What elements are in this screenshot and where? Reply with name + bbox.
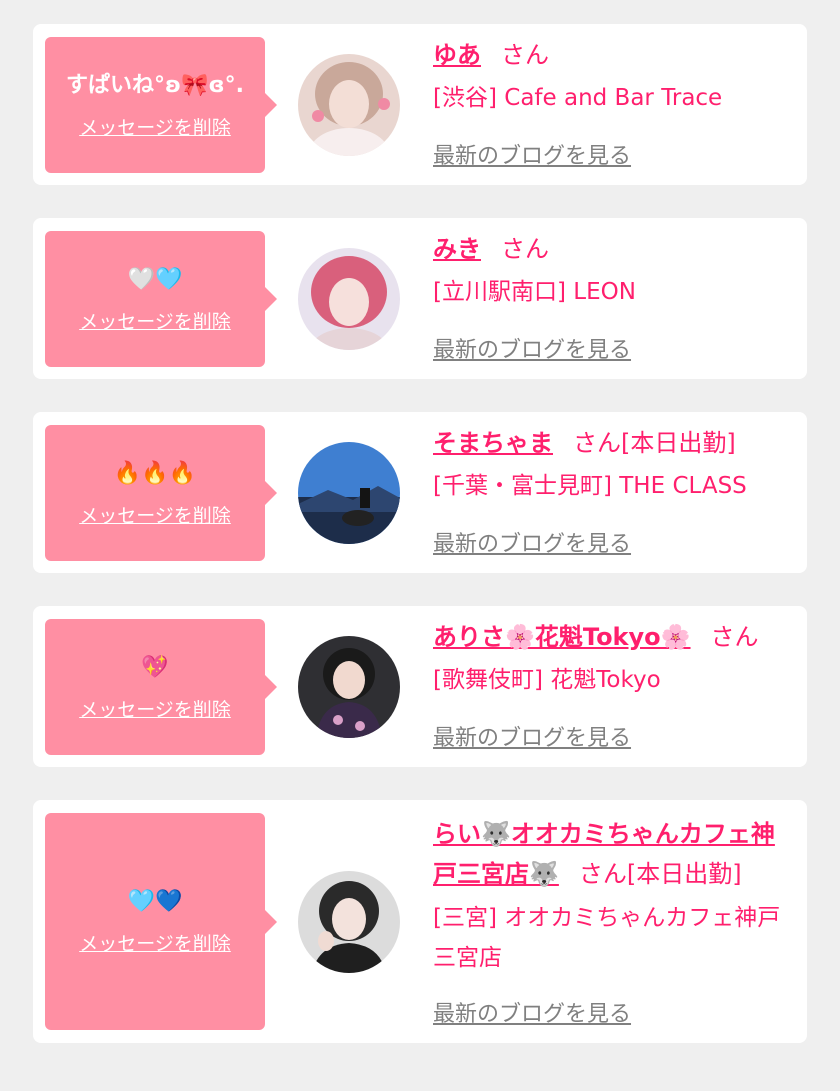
card-info: ありさ🌸花魁Tokyo🌸 さん [歌舞伎町] 花魁Tokyo bbox=[433, 620, 797, 700]
cast-name-link[interactable]: ありさ🌸花魁Tokyo🌸 bbox=[433, 623, 691, 651]
cast-name-link[interactable]: ゆあ bbox=[433, 41, 481, 69]
message-bubble: 🔥🔥🔥 メッセージを削除 bbox=[45, 425, 277, 561]
latest-blog-link[interactable]: 最新のブログを見る bbox=[433, 996, 631, 1028]
honorific: さん[本日出勤] bbox=[578, 860, 742, 888]
card-info: ゆあ さん [渋谷] Cafe and Bar Trace bbox=[433, 38, 797, 118]
message-card: 💖 メッセージを削除 ありさ🌸花魁Tokyo🌸 さん [歌舞伎町] 花魁Tokyo… bbox=[33, 606, 807, 767]
card-info: らい🐺オオカミちゃんカフェ神戸三宮店🐺 さん[本日出勤] [三宮] オオカミちゃん… bbox=[433, 814, 793, 978]
card-info: みき さん [立川駅南口] LEON bbox=[433, 232, 797, 312]
message-card: 🩵💙 メッセージを削除 らい🐺オオカミちゃんカフェ神戸三宮店🐺 さん[本日出勤] … bbox=[33, 800, 807, 1043]
message-text: すぱいね°ʚ🎀ɞ°. bbox=[66, 72, 244, 98]
message-text: 🤍🩵 bbox=[127, 266, 183, 292]
delete-message-link[interactable]: メッセージを削除 bbox=[79, 695, 231, 722]
delete-message-link[interactable]: メッセージを削除 bbox=[79, 929, 231, 956]
message-bubble: 💖 メッセージを削除 bbox=[45, 619, 277, 755]
shop-name: [三宮] オオカミちゃんカフェ神戸三宮店 bbox=[433, 905, 781, 971]
message-text: 🩵💙 bbox=[127, 889, 183, 914]
message-bubble: 🤍🩵 メッセージを削除 bbox=[45, 231, 277, 367]
message-card: 🔥🔥🔥 メッセージを削除 そまちゃま さん[本日出勤] [千葉・富士見町] THE… bbox=[33, 412, 807, 573]
shop-name: [千葉・富士見町] THE CLASS bbox=[433, 473, 747, 499]
latest-blog-link[interactable]: 最新のブログを見る bbox=[433, 138, 631, 170]
latest-blog-link[interactable]: 最新のブログを見る bbox=[433, 720, 631, 752]
avatar[interactable] bbox=[298, 442, 400, 544]
avatar-photo-icon bbox=[298, 636, 400, 738]
delete-message-link[interactable]: メッセージを削除 bbox=[79, 307, 231, 334]
message-text: 🔥🔥🔥 bbox=[113, 460, 197, 486]
avatar-photo-icon bbox=[298, 248, 400, 350]
shop-name: [立川駅南口] LEON bbox=[433, 279, 636, 305]
message-card: すぱいね°ʚ🎀ɞ°. メッセージを削除 ゆあ さん [渋谷] Cafe and B… bbox=[33, 24, 807, 185]
honorific: さん bbox=[501, 235, 549, 263]
latest-blog-link[interactable]: 最新のブログを見る bbox=[433, 332, 631, 364]
delete-message-link[interactable]: メッセージを削除 bbox=[79, 113, 231, 140]
avatar-photo-icon bbox=[298, 54, 400, 156]
avatar[interactable] bbox=[298, 54, 400, 156]
avatar-photo-icon bbox=[298, 871, 400, 973]
honorific: さん bbox=[710, 623, 759, 651]
avatar[interactable] bbox=[298, 871, 400, 973]
latest-blog-link[interactable]: 最新のブログを見る bbox=[433, 526, 631, 558]
delete-message-link[interactable]: メッセージを削除 bbox=[79, 501, 231, 528]
honorific: さん bbox=[501, 41, 549, 69]
shop-name: [歌舞伎町] 花魁Tokyo bbox=[433, 667, 661, 693]
cast-name-link[interactable]: そまちゃま bbox=[433, 429, 553, 457]
message-text: 💖 bbox=[141, 654, 169, 680]
card-info: そまちゃま さん[本日出勤] [千葉・富士見町] THE CLASS bbox=[433, 426, 797, 506]
honorific: さん[本日出勤] bbox=[573, 429, 736, 457]
cast-name-link[interactable]: みき bbox=[433, 235, 481, 263]
avatar-photo-icon bbox=[298, 442, 400, 544]
shop-name: [渋谷] Cafe and Bar Trace bbox=[433, 85, 723, 111]
avatar[interactable] bbox=[298, 248, 400, 350]
message-bubble: すぱいね°ʚ🎀ɞ°. メッセージを削除 bbox=[45, 37, 277, 173]
message-bubble: 🩵💙 メッセージを削除 bbox=[45, 813, 277, 1030]
message-card: 🤍🩵 メッセージを削除 みき さん [立川駅南口] LEON 最新のブログを見る bbox=[33, 218, 807, 379]
avatar[interactable] bbox=[298, 636, 400, 738]
